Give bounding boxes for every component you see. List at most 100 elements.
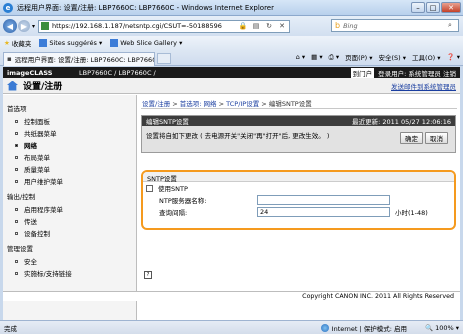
favorites-label: 收藏夹 xyxy=(11,40,32,48)
close-button[interactable]: ✕ xyxy=(441,2,461,13)
main-content: 设置/注册 > 首选项: 网络 > TCP/IP设置 > 编辑SNTP设置 编辑… xyxy=(141,98,457,279)
sntp-settings-box: SNTP设置 使用SNTP NTP服务器名称: 查询间隔: 小时(1-48) xyxy=(141,170,456,230)
zoom-level: 100% xyxy=(435,323,454,332)
interval-input[interactable] xyxy=(257,207,390,217)
interval-row: 查询间隔: 小时(1-48) xyxy=(143,206,454,218)
ie-logo-icon: e xyxy=(3,2,13,13)
panel-title: 编辑SNTP设置 xyxy=(146,118,189,126)
window-title: 远程用户界面: 设置/注册: LBP7660C: LBP7660C - Wind… xyxy=(17,3,274,12)
sidebar-item-label: 布局菜单 xyxy=(24,154,50,162)
bullet-icon xyxy=(15,207,18,211)
home-icon xyxy=(7,80,18,91)
tools-menu[interactable]: 工具(O) ▾ xyxy=(412,52,441,62)
use-sntp-label: 使用SNTP xyxy=(158,185,188,193)
fav-sites-suggested[interactable]: Sites suggérés ▾ xyxy=(39,39,102,47)
search-icon[interactable]: ⌕ xyxy=(445,21,455,31)
sidebar-section-prefs: 首选项 xyxy=(7,105,27,113)
favorites-bar: ★ 收藏夹 Sites suggérés ▾ Web Slice Gallery… xyxy=(0,36,463,50)
bullet-icon xyxy=(15,167,18,171)
page-favicon-icon xyxy=(41,22,50,30)
sidebar-item-label: 设备控制 xyxy=(24,230,50,238)
slice-icon xyxy=(110,39,119,47)
ntp-server-row: NTP服务器名称: xyxy=(143,194,454,206)
feeds-cmd-icon[interactable]: ▦ ▾ xyxy=(311,53,322,61)
sidebar-item-security[interactable]: 安全 xyxy=(3,255,136,267)
fav-web-slice[interactable]: Web Slice Gallery ▾ xyxy=(110,39,182,47)
sidebar-item-layout[interactable]: 布局菜单 xyxy=(3,151,136,163)
breadcrumb-link-settings[interactable]: 设置/注册 xyxy=(142,100,170,108)
sidebar-item-device-control[interactable]: 设备控制 xyxy=(3,227,136,239)
page-menu[interactable]: 页面(P) ▾ xyxy=(345,52,372,62)
zoom-icon: 🔍 xyxy=(425,323,434,332)
use-sntp-checkbox[interactable] xyxy=(146,184,153,192)
bullet-icon xyxy=(15,155,18,159)
portal-link[interactable]: 到门户 xyxy=(350,67,375,78)
sidebar-item-label: 启用程序菜单 xyxy=(24,206,63,214)
fav-sites-label: Sites suggérés ▾ xyxy=(49,39,103,47)
help-icon[interactable]: ? xyxy=(144,271,152,279)
cancel-button[interactable]: 取消 xyxy=(425,132,448,144)
interval-label: 查询间隔: xyxy=(159,209,188,217)
panel-message: 设置将自如下更改 ( 去电源开关"关闭"再"打开"后, 更改生效。 ) xyxy=(146,132,330,140)
sidebar-item-quality[interactable]: 质量菜单 xyxy=(3,163,136,175)
help-cmd-icon[interactable]: ❓ ▾ xyxy=(447,53,460,61)
sidebar-item-paper-feeder[interactable]: 共纸器菜单 xyxy=(3,127,136,139)
forward-button[interactable]: ▶ xyxy=(18,20,30,32)
sidebar-item-label: 网络 xyxy=(24,142,37,150)
status-text: 完成 xyxy=(4,324,17,333)
search-box[interactable]: b Bing ⌕ xyxy=(331,19,459,32)
globe-icon xyxy=(320,323,329,332)
sidebar-item-user-maintenance[interactable]: 用户维护菜单 xyxy=(3,175,136,187)
panel-body: 设置将自如下更改 ( 去电源开关"关闭"再"打开"后, 更改生效。 ) 确定 取… xyxy=(142,126,455,152)
address-bar[interactable]: https://192.168.1.187/netsntp.cgi/CSUT=-… xyxy=(38,19,291,33)
ntp-server-label: NTP服务器名称: xyxy=(159,197,207,205)
new-tab-button[interactable] xyxy=(157,53,171,64)
history-dropdown-icon[interactable]: ▾ xyxy=(32,23,35,30)
bullet-icon xyxy=(15,119,18,123)
breadcrumb-link-network[interactable]: 首选项: 网络 xyxy=(180,100,217,108)
sidebar-item-support-links[interactable]: 实施标/支持链接 xyxy=(3,267,136,279)
ok-button[interactable]: 确定 xyxy=(400,132,423,144)
stop-icon[interactable]: ✕ xyxy=(277,21,287,31)
compat-view-icon[interactable]: ▤ xyxy=(251,21,261,31)
zoom-control[interactable]: 🔍 100% ▾ xyxy=(425,324,459,332)
favorites-button[interactable]: ★ 收藏夹 xyxy=(4,38,31,48)
bullet-icon xyxy=(15,143,18,147)
sidebar-item-control-panel[interactable]: 控制面板 xyxy=(3,115,136,127)
back-button[interactable]: ◀ xyxy=(3,19,17,33)
home-cmd-icon[interactable]: ⌂ ▾ xyxy=(296,53,305,61)
maximize-button[interactable]: □ xyxy=(426,2,440,13)
minimize-button[interactable]: – xyxy=(411,2,425,13)
page-title: 设置/注册 xyxy=(23,82,63,92)
star-icon: ★ xyxy=(4,39,10,47)
login-user[interactable]: 登录用户: 系统管理员 注销 xyxy=(378,68,456,78)
url-text[interactable]: https://192.168.1.187/netsntp.cgi/CSUT=-… xyxy=(52,22,235,30)
sidebar-item-label: 实施标/支持链接 xyxy=(24,270,72,278)
sidebar-section-output: 输出/控制 xyxy=(7,193,36,201)
tab-remote-ui[interactable]: ▪ 远程用户界面: 设置/注册: LBP7660C: LBP7660C xyxy=(3,51,155,66)
address-toolbar: ◀ ▶ ▾ https://192.168.1.187/netsntp.cgi/… xyxy=(0,16,463,36)
sidebar-item-network[interactable]: 网络 xyxy=(3,139,136,151)
mail-admin-link[interactable]: 发送邮件到系统管理员 xyxy=(391,81,456,91)
ntp-server-input[interactable] xyxy=(257,195,390,205)
interval-unit: 小时(1-48) xyxy=(395,209,428,217)
status-bar: 完成 Internet | 保护模式: 启用 🔍 100% ▾ xyxy=(0,320,463,334)
fav-slice-label: Web Slice Gallery ▾ xyxy=(120,39,183,47)
print-cmd-icon[interactable]: ⎙ ▾ xyxy=(329,53,340,62)
edit-panel: 编辑SNTP设置 最近更新: 2011 05/27 12:06:16 设置将自如… xyxy=(141,115,456,153)
bullet-icon xyxy=(15,271,18,275)
bullet-icon xyxy=(15,179,18,183)
search-placeholder[interactable]: Bing xyxy=(343,22,442,30)
breadcrumb-link-tcpip[interactable]: TCP/IP设置 xyxy=(226,100,259,108)
safety-menu[interactable]: 安全(S) ▾ xyxy=(379,52,407,62)
security-zone[interactable]: Internet | 保护模式: 启用 xyxy=(320,323,407,333)
bullet-icon xyxy=(15,231,18,235)
sidebar-item-startup[interactable]: 启用程序菜单 xyxy=(3,203,136,215)
sidebar-item-transfer[interactable]: 传送 xyxy=(3,215,136,227)
bullet-icon xyxy=(15,131,18,135)
sidebar-item-label: 共纸器菜单 xyxy=(24,130,57,138)
refresh-icon[interactable]: ↻ xyxy=(264,21,274,31)
device-header: imageCLASS LBP7660C / LBP7660C / 到门户 登录用… xyxy=(3,67,460,78)
window-titlebar: e 远程用户界面: 设置/注册: LBP7660C: LBP7660C - Wi… xyxy=(0,0,463,16)
lock-icon[interactable]: 🔒 xyxy=(238,21,248,31)
